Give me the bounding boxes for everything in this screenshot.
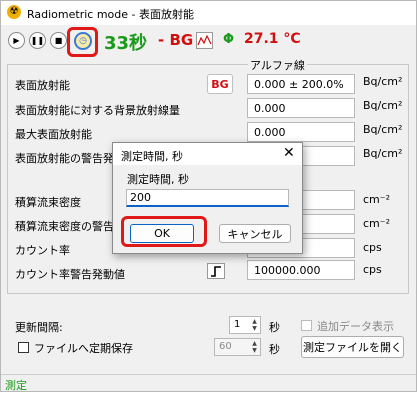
close-icon[interactable]: ✕	[283, 145, 295, 161]
measurement-time-input[interactable]: 200	[126, 189, 289, 207]
timer-icon[interactable]: ◷	[74, 32, 92, 50]
row-label-fluence: 積算流束密度	[15, 196, 81, 209]
row-label-surface-activity: 表面放射能	[15, 79, 70, 92]
auto-display-label: 追加データ表示	[317, 320, 394, 333]
window-title: Radiometric mode - 表面放射能	[27, 8, 194, 21]
row-label-max-surface-activity: 最大表面放射能	[15, 128, 92, 141]
cancel-button[interactable]: キャンセル	[219, 224, 291, 243]
save-interval-value: 60	[219, 341, 232, 352]
dialog-prompt: 測定時間, 秒	[127, 173, 189, 186]
group-title: アルファ線	[248, 57, 307, 73]
field-background: 0.000	[247, 98, 355, 118]
unit-count-rate-warning: cps	[363, 263, 382, 276]
title-bar: ☢ Radiometric mode - 表面放射能	[1, 1, 416, 25]
unit-count-rate: cps	[363, 241, 382, 254]
unit-fluence: cm⁻²	[363, 193, 390, 206]
save-periodic-label: ファイルへ定期保存	[34, 342, 133, 355]
dialog-title-bar: 測定時間, 秒 ✕	[113, 143, 302, 165]
row-label-background: 表面放射能に対する背景放射線量	[15, 104, 180, 117]
unit-surface-activity: Bq/cm²	[363, 75, 403, 88]
spinner-arrows-icon[interactable]: ▲ ▼	[250, 340, 259, 354]
unit-max-surface-activity: Bq/cm²	[363, 123, 403, 136]
play-icon[interactable]: ▶	[8, 32, 25, 49]
row-label-fluence-warning: 積算流束密度の警告	[15, 220, 114, 233]
auto-display-checkbox[interactable]	[301, 320, 312, 331]
save-interval-unit: 秒	[269, 343, 280, 356]
row-label-count-rate-warning: カウント率警告発動値	[15, 268, 125, 281]
graph-icon[interactable]	[196, 32, 213, 49]
field-surface-activity: 0.000 ± 200.0%	[247, 74, 355, 94]
field-max-surface-activity: 0.000	[247, 122, 355, 142]
row-label-surface-warning: 表面放射能の警告発	[15, 152, 114, 165]
bg-button[interactable]: BG	[207, 74, 233, 94]
temperature-readout: 27.1 °C	[244, 31, 301, 47]
timer-value: 33秒	[104, 33, 148, 54]
unit-background: Bq/cm²	[363, 99, 403, 112]
save-periodic-checkbox[interactable]	[18, 342, 29, 353]
status-bar: 測定	[1, 374, 416, 392]
row-label-count-rate: カウント率	[15, 244, 70, 257]
save-interval-spinner[interactable]: 60 ▲ ▼	[214, 338, 261, 356]
update-interval-label: 更新間隔:	[15, 321, 63, 334]
radiation-app-icon: ☢	[7, 5, 21, 19]
pause-icon[interactable]: ❚❚	[29, 32, 46, 49]
highlight-box-ok	[121, 216, 207, 247]
spinner-arrows-icon[interactable]: ▲ ▼	[250, 318, 259, 332]
field-count-rate-warning[interactable]: 100000.000	[247, 260, 355, 280]
threshold-icon[interactable]	[207, 263, 225, 279]
open-measurement-file-button[interactable]: 測定ファイルを開く	[301, 336, 404, 358]
status-text: 測定	[5, 379, 27, 392]
stop-icon[interactable]: ■	[50, 32, 67, 49]
update-interval-unit: 秒	[269, 321, 280, 334]
phi-symbol: Φ	[223, 32, 235, 47]
bg-status: - BG	[158, 31, 194, 49]
update-interval-spinner[interactable]: 1 ▲ ▼	[229, 316, 261, 334]
unit-fluence-warning: cm⁻²	[363, 217, 390, 230]
dialog-title: 測定時間, 秒	[121, 150, 183, 163]
update-interval-value: 1	[234, 319, 241, 330]
unit-surface-warning: Bq/cm²	[363, 147, 403, 160]
